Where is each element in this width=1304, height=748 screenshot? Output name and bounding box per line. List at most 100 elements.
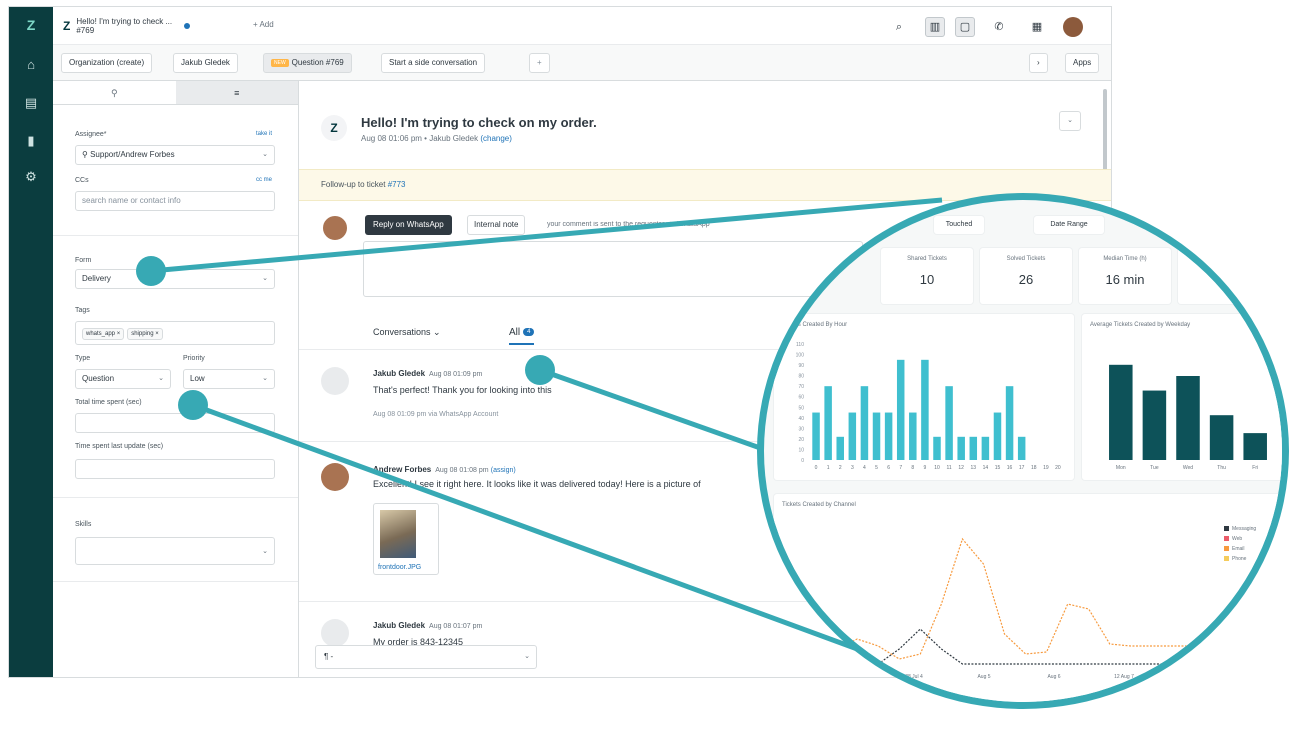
reply-composer[interactable] xyxy=(363,241,863,297)
ccs-input[interactable]: search name or contact info xyxy=(75,191,275,211)
assign-link[interactable]: (assign) xyxy=(491,467,516,474)
ticket-channel-icon: Z xyxy=(63,19,71,33)
ticket-time: Aug 08 01:06 pm xyxy=(361,134,422,143)
x-tick-label: Thu xyxy=(1217,465,1226,471)
divider xyxy=(53,497,298,498)
bar xyxy=(993,412,1002,460)
all-tab[interactable]: All 4 xyxy=(509,327,535,345)
top-bar: Z Hello! I'm trying to check ... #769 + … xyxy=(53,7,1111,45)
x-tick-label: 4 xyxy=(863,465,866,471)
next-chevron-icon[interactable]: › xyxy=(1029,53,1048,73)
conversations-filter[interactable]: Conversations ⌄ xyxy=(373,327,441,338)
user-info-tab[interactable]: ⚲ xyxy=(53,81,176,104)
organization-tab[interactable]: Organization (create) xyxy=(61,53,153,73)
tag-shipping[interactable]: shipping × xyxy=(127,328,163,340)
message-body: Excellent! I see it right here. It looks… xyxy=(373,479,701,489)
zendesk-logo-icon[interactable]: Z xyxy=(21,15,41,35)
x-tick-label: 18 xyxy=(1031,465,1037,471)
total-time-input[interactable] xyxy=(75,413,275,433)
message-time: Aug 08 01:09 pm xyxy=(429,371,483,378)
take-it-link[interactable]: take it xyxy=(256,131,272,137)
add-side-conversation-icon[interactable]: + xyxy=(529,53,550,73)
x-tick-label: 20 xyxy=(1055,465,1061,471)
cc-me-link[interactable]: cc me xyxy=(256,177,272,183)
priority-select[interactable]: Low ⌄ xyxy=(183,369,275,389)
settings-gear-icon[interactable]: ⚙ xyxy=(21,167,41,187)
message-body: That's perfect! Thank you for looking in… xyxy=(373,385,552,395)
priority-value: Low xyxy=(190,374,205,383)
side-conversation-button[interactable]: Start a side conversation xyxy=(381,53,486,73)
reporting-icon[interactable]: ▮ xyxy=(21,131,41,151)
last-update-input[interactable] xyxy=(75,459,275,479)
views-icon[interactable]: ▤ xyxy=(21,93,41,113)
form-select[interactable]: Delivery ⌄ xyxy=(75,269,275,289)
assignee-value: Support/Andrew Forbes xyxy=(90,150,175,159)
attachment-name[interactable]: frontdoor.JPG xyxy=(378,564,421,571)
date-range-button[interactable]: Date Range xyxy=(1034,216,1104,234)
ticket-tab[interactable]: Z Hello! I'm trying to check ... #769 xyxy=(63,13,241,39)
phone-icon[interactable]: ✆ xyxy=(989,17,1009,37)
skills-label: Skills xyxy=(75,521,92,528)
hourly-bar-chart: 11010090807060504030201000 1 2 3 4 5 6 7 8 9 10 11 1… xyxy=(796,342,1061,471)
product-tray-icon[interactable]: ▦ xyxy=(1027,17,1047,37)
ccs-label: CCs xyxy=(75,177,89,184)
message-time: Aug 08 01:07 pm xyxy=(429,623,483,630)
composer-hint: your comment is sent to the requester vi… xyxy=(547,221,710,228)
legend-label: Email xyxy=(1232,546,1245,552)
y-tick-label: 80 xyxy=(798,374,804,380)
type-select[interactable]: Question ⌄ xyxy=(75,369,171,389)
brand-logo-icon: Z xyxy=(321,115,347,141)
new-badge: NEW xyxy=(271,58,289,67)
y-tick-label: 70 xyxy=(798,384,804,390)
context-panel-icon[interactable]: ▥ xyxy=(925,17,945,37)
hourly-chart-card: Tickets Created By Hour 110 100 90 80 70 60 50… xyxy=(774,314,1074,480)
analytics-lens: Touched Date Range Shared Tickets 10 Sol… xyxy=(757,193,1289,709)
add-tab-button[interactable]: + Add xyxy=(253,20,274,29)
x-tick-label: 2 xyxy=(839,465,842,471)
stat-card: Solved Tickets 26 xyxy=(980,248,1072,304)
ticket-tab-crumb[interactable]: NEW Question #769 xyxy=(263,53,352,73)
assignee-field[interactable]: ⚲ Support/Andrew Forbes ⌄ xyxy=(75,145,275,165)
change-requester-link[interactable]: (change) xyxy=(480,134,512,143)
bar xyxy=(836,436,844,460)
x-tick-label: 7 xyxy=(899,465,902,471)
bar xyxy=(1209,415,1234,460)
home-icon[interactable]: ⌂ xyxy=(21,55,41,75)
macro-select[interactable]: ¶ - ⌄ xyxy=(315,645,537,669)
search-icon[interactable]: ⌕ xyxy=(889,17,909,37)
bar xyxy=(1017,436,1026,460)
x-tick-label: 12 Aug 7 xyxy=(1114,674,1134,680)
reply-whatsapp-button[interactable]: Reply on WhatsApp xyxy=(365,215,452,235)
chevron-down-icon[interactable]: ⌄ xyxy=(1059,111,1081,131)
stat-card xyxy=(1178,248,1270,304)
bar xyxy=(981,436,990,460)
x-tick-label: 3 xyxy=(851,465,854,471)
apps-button[interactable]: Apps xyxy=(1065,53,1100,73)
properties-tabs: ⚲ ≡ xyxy=(53,81,298,105)
skills-select[interactable]: ⌄ xyxy=(75,537,275,565)
conversations-icon[interactable]: ▢ xyxy=(955,17,975,37)
series-line xyxy=(793,537,1194,665)
channel-line-chart: 28 Jul 4 Aug 5 Aug 6 12 Aug 7 Messaging Web Em… xyxy=(793,526,1256,680)
touched-button[interactable]: Touched xyxy=(934,216,984,234)
last-update-label: Time spent last update (sec) xyxy=(75,443,164,450)
tag-whats-app[interactable]: whats_app × xyxy=(82,328,125,340)
x-tick-label: 6 xyxy=(887,465,890,471)
bar xyxy=(909,412,917,460)
stat-card: Median Time (h) 16 min xyxy=(1079,248,1171,304)
user-avatar[interactable] xyxy=(1063,17,1083,37)
ticket-fields-tab[interactable]: ≡ xyxy=(175,81,298,104)
conversations-label: Conversations xyxy=(373,327,431,337)
y-tick-label: 10 xyxy=(798,447,804,453)
bar xyxy=(848,412,857,460)
x-tick-label: 5 xyxy=(875,465,878,471)
followup-ticket-link[interactable]: #773 xyxy=(388,180,406,189)
user-tab[interactable]: Jakub Gledek xyxy=(173,53,238,73)
bar xyxy=(1176,376,1200,460)
message-source: Aug 08 01:09 pm via WhatsApp Account xyxy=(373,411,499,418)
message-author: Jakub Gledek Aug 08 01:09 pm xyxy=(373,369,482,378)
tags-input[interactable]: whats_app × shipping × xyxy=(75,321,275,345)
stat-label: Solved Tickets xyxy=(1006,256,1046,262)
image-attachment[interactable]: frontdoor.JPG xyxy=(373,503,439,575)
internal-note-button[interactable]: Internal note xyxy=(467,215,526,235)
